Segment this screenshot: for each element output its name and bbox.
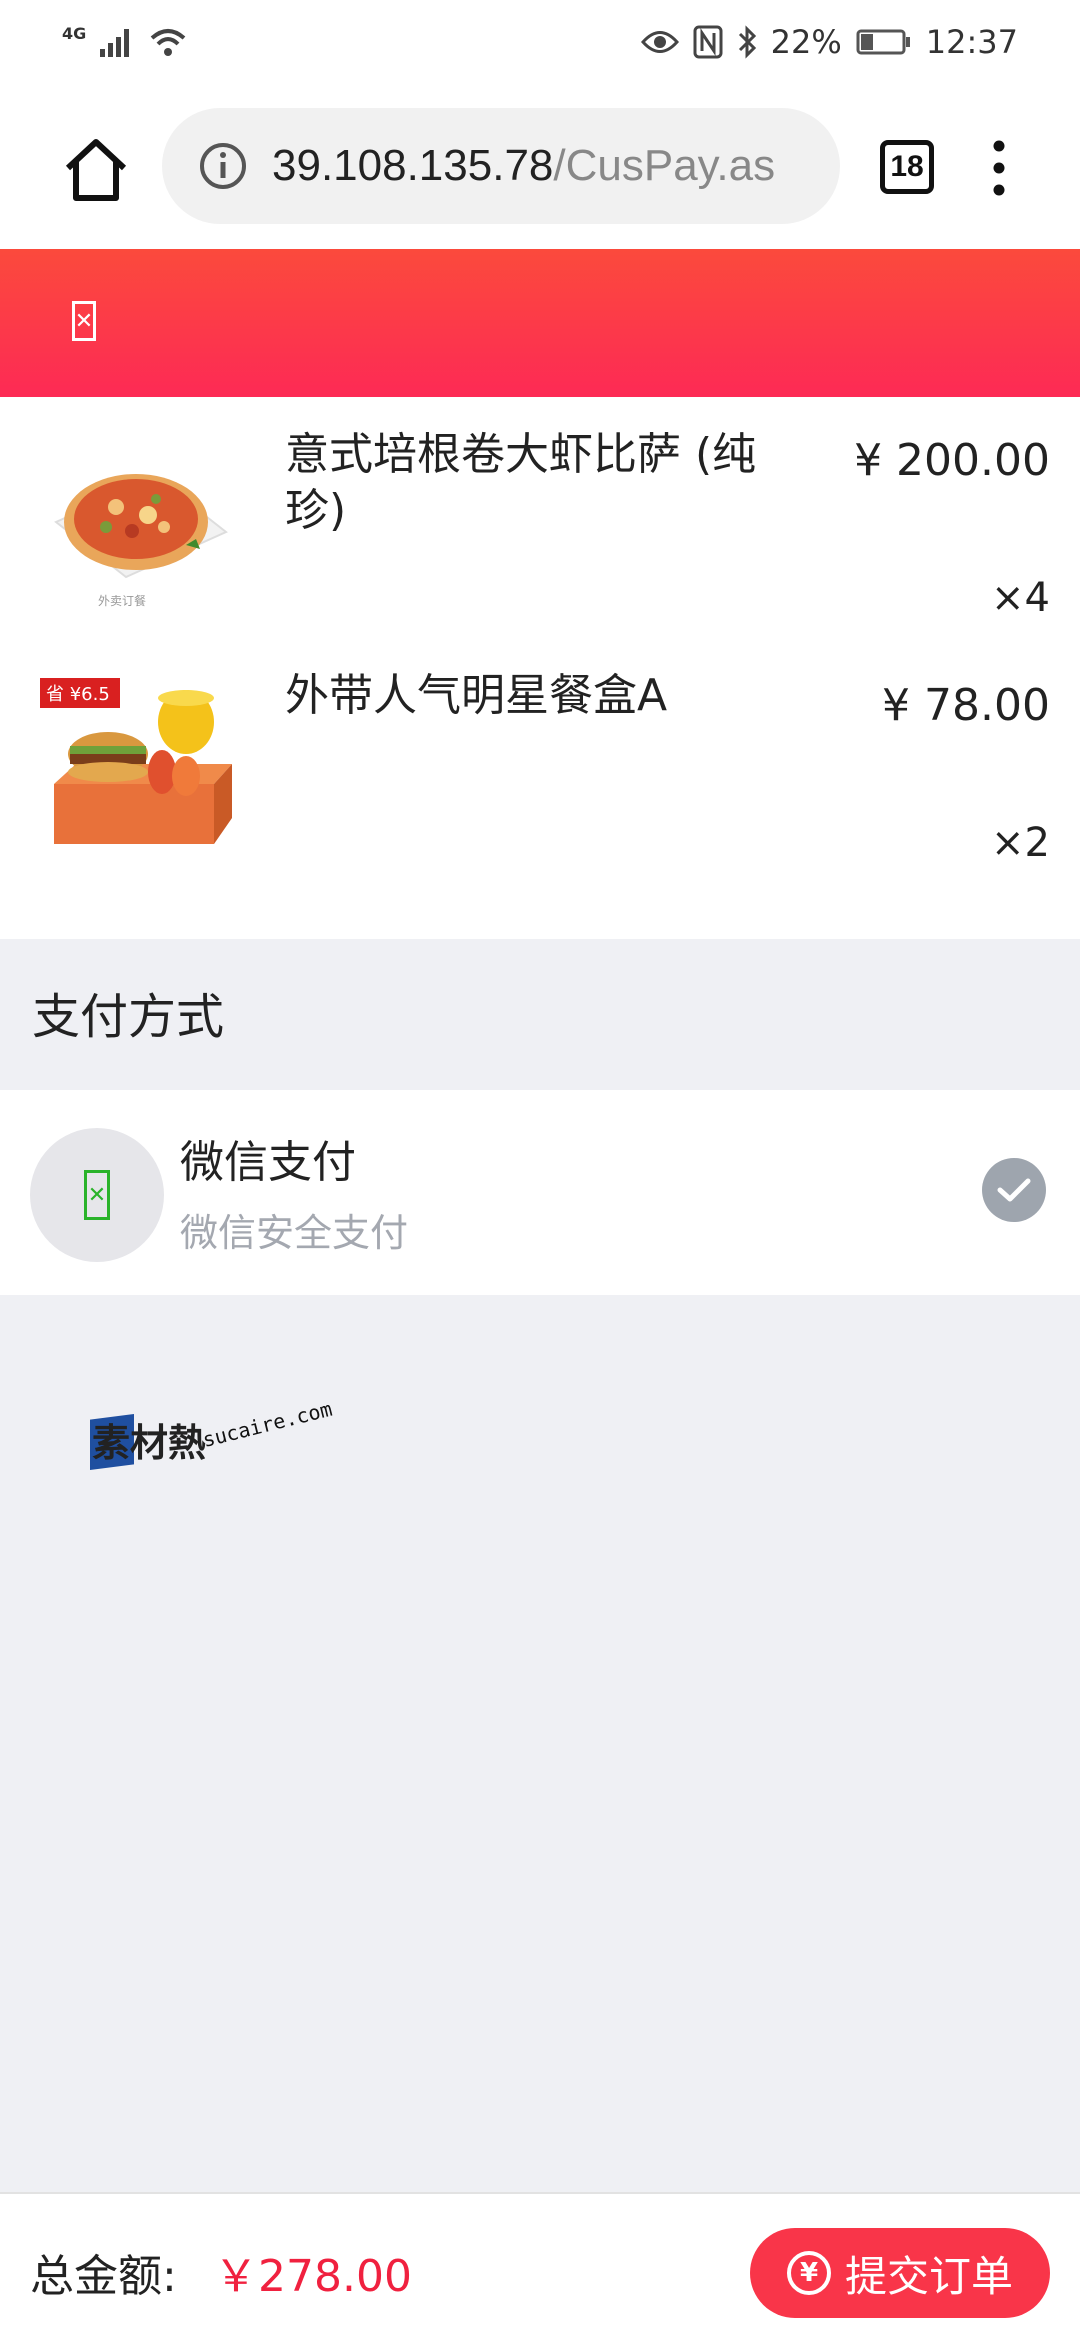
status-right: 22% 12:37: [640, 23, 1018, 61]
url-bar[interactable]: 39.108.135.78/CusPay.as: [162, 108, 840, 224]
item-price: ¥ 78.00: [882, 680, 1050, 731]
checkout-bar: 总金额: ￥278.00 ¥ 提交订单: [0, 2192, 1080, 2340]
pizza-thumbnail: 外卖订餐: [54, 474, 228, 608]
battery-percent: 22%: [770, 23, 842, 61]
watermark-domain: sucaire.com: [200, 1396, 335, 1452]
order-item: 外卖订餐 意式培根卷大虾比萨 (纯珍) ¥ 200.00 ×4: [0, 397, 1080, 668]
total-label: 总金额:: [30, 2251, 177, 2302]
back-icon[interactable]: ✕: [72, 301, 96, 341]
order-payment-page: 4G 22% 12:37 39.108.135.78/CusPay.as 18 …: [0, 0, 1080, 2340]
item-quantity: ×2: [991, 820, 1050, 866]
thumb-caption: 外卖订餐: [98, 593, 146, 608]
item-name: 意式培根卷大虾比萨 (纯珍): [285, 429, 757, 536]
more-menu-icon[interactable]: [984, 136, 1014, 200]
battery-icon: [856, 29, 910, 55]
payment-method-desc: 微信安全支付: [180, 1211, 409, 1255]
wechat-pay-icon: ✕: [30, 1128, 164, 1262]
payment-section-header: 支付方式: [0, 939, 1080, 1090]
status-left: 4G: [62, 24, 188, 61]
tab-switcher-button[interactable]: 18: [880, 140, 934, 194]
order-item: 省 ¥6.5 外带人气明星餐盒A ¥ 78.00 ×2: [0, 668, 1080, 939]
wechat-glyph-icon: ✕: [84, 1170, 110, 1220]
wifi-icon: [150, 29, 186, 56]
eye-icon: [640, 31, 679, 53]
network-type: 4G: [62, 23, 87, 43]
tab-count: 18: [890, 150, 924, 183]
submit-order-button[interactable]: ¥ 提交订单: [750, 2228, 1050, 2318]
info-icon[interactable]: [198, 141, 248, 191]
submit-order-label: 提交订单: [844, 2251, 1013, 2301]
selected-check-icon[interactable]: [982, 1158, 1046, 1222]
url-host: 39.108.135.78: [272, 141, 554, 190]
watermark-text: 素材熱: [92, 1421, 207, 1465]
browser-toolbar: 39.108.135.78/CusPay.as 18: [0, 84, 1080, 249]
url-path: /CusPay.as: [553, 141, 776, 190]
app-header: ✕: [0, 249, 1080, 397]
payment-method-name: 微信支付: [180, 1137, 356, 1188]
status-bar: 4G 22% 12:37: [0, 0, 1080, 84]
home-icon[interactable]: [60, 134, 132, 206]
item-price: ¥ 200.00: [854, 435, 1050, 486]
yen-icon: ¥: [786, 2251, 831, 2295]
bluetooth-icon: [738, 25, 756, 59]
payment-method-wechat[interactable]: ✕ 微信支付 微信安全支付: [0, 1090, 1080, 1295]
item-name: 外带人气明星餐盒A: [285, 670, 668, 721]
watermark-logo: 素材熱 sucaire.com: [90, 1396, 350, 1480]
payment-section-title: 支付方式: [32, 989, 225, 1045]
item-quantity: ×4: [991, 575, 1050, 621]
order-list: 外卖订餐 意式培根卷大虾比萨 (纯珍) ¥ 200.00 ×4 省 ¥6.5 外…: [0, 397, 1080, 939]
promo-badge: 省 ¥6.5: [46, 684, 110, 705]
total-amount: ￥278.00: [214, 2251, 412, 2302]
clock: 12:37: [925, 23, 1018, 61]
meal-box-thumbnail: 省 ¥6.5: [40, 678, 232, 844]
nfc-icon: [693, 25, 723, 59]
checkmark-icon: [997, 1178, 1031, 1202]
cell-signal-icon: [100, 29, 130, 57]
url-text[interactable]: 39.108.135.78/CusPay.as: [272, 141, 775, 191]
